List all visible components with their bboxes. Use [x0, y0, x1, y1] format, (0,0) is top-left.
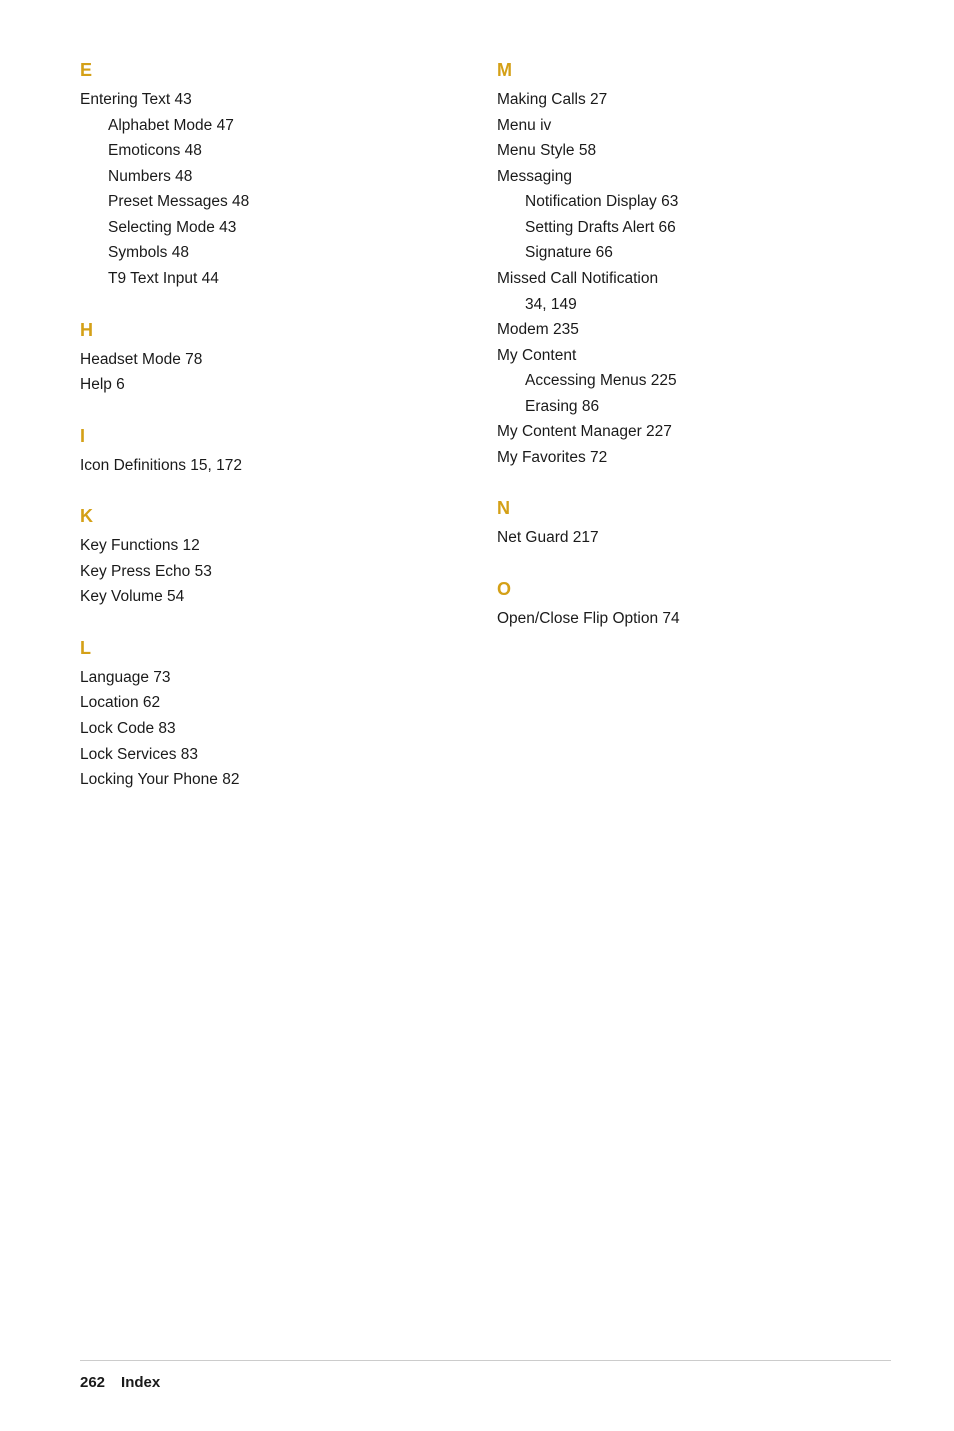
entry-lock-services: Lock Services 83 [80, 742, 457, 768]
section-n: N Net Guard 217 [497, 498, 874, 551]
entry-erasing: Erasing 86 [497, 394, 874, 420]
entry-lock-code: Lock Code 83 [80, 716, 457, 742]
entry-menu: Menu iv [497, 113, 874, 139]
entry-my-content-manager: My Content Manager 227 [497, 419, 874, 445]
entry-language: Language 73 [80, 665, 457, 691]
entry-preset-messages: Preset Messages 48 [80, 189, 457, 215]
entry-missed-call-pages: 34, 149 [497, 292, 874, 318]
entry-menu-style: Menu Style 58 [497, 138, 874, 164]
section-letter-m: M [497, 60, 874, 81]
entry-my-content: My Content [497, 343, 874, 369]
entry-making-calls: Making Calls 27 [497, 87, 874, 113]
entry-accessing-menus: Accessing Menus 225 [497, 368, 874, 394]
right-column: M Making Calls 27 Menu iv Menu Style 58 … [497, 60, 874, 821]
section-i: I Icon Definitions 15, 172 [80, 426, 457, 479]
entry-emoticons: Emoticons 48 [80, 138, 457, 164]
section-letter-e: E [80, 60, 457, 81]
entry-notification-display: Notification Display 63 [497, 189, 874, 215]
section-letter-k: K [80, 506, 457, 527]
entry-setting-drafts-alert: Setting Drafts Alert 66 [497, 215, 874, 241]
section-letter-n: N [497, 498, 874, 519]
entry-symbols: Symbols 48 [80, 240, 457, 266]
entry-messaging: Messaging [497, 164, 874, 190]
entry-open-close-flip: Open/Close Flip Option 74 [497, 606, 874, 632]
footer-label: Index [121, 1374, 160, 1391]
entry-alphabet-mode: Alphabet Mode 47 [80, 113, 457, 139]
entry-modem: Modem 235 [497, 317, 874, 343]
section-e: E Entering Text 43 Alphabet Mode 47 Emot… [80, 60, 457, 292]
entry-help: Help 6 [80, 372, 457, 398]
entry-entering-text: Entering Text 43 [80, 87, 457, 113]
entry-headset-mode: Headset Mode 78 [80, 347, 457, 373]
section-m: M Making Calls 27 Menu iv Menu Style 58 … [497, 60, 874, 470]
section-h: H Headset Mode 78 Help 6 [80, 320, 457, 398]
footer-divider [80, 1360, 891, 1361]
entry-net-guard: Net Guard 217 [497, 525, 874, 551]
entry-signature: Signature 66 [497, 240, 874, 266]
entry-my-favorites: My Favorites 72 [497, 445, 874, 471]
footer-page-number: 262 [80, 1374, 105, 1391]
entry-location: Location 62 [80, 690, 457, 716]
page-container: E Entering Text 43 Alphabet Mode 47 Emot… [0, 0, 954, 1431]
entry-missed-call-notification: Missed Call Notification [497, 266, 874, 292]
section-l: L Language 73 Location 62 Lock Code 83 L… [80, 638, 457, 793]
section-letter-h: H [80, 320, 457, 341]
entry-icon-definitions: Icon Definitions 15, 172 [80, 453, 457, 479]
entry-key-volume: Key Volume 54 [80, 584, 457, 610]
footer: 262 Index [80, 1374, 160, 1391]
entry-locking-your-phone: Locking Your Phone 82 [80, 767, 457, 793]
entry-numbers: Numbers 48 [80, 164, 457, 190]
entry-t9-text: T9 Text Input 44 [80, 266, 457, 292]
section-o: O Open/Close Flip Option 74 [497, 579, 874, 632]
two-column-layout: E Entering Text 43 Alphabet Mode 47 Emot… [80, 60, 874, 821]
section-letter-i: I [80, 426, 457, 447]
entry-key-press-echo: Key Press Echo 53 [80, 559, 457, 585]
left-column: E Entering Text 43 Alphabet Mode 47 Emot… [80, 60, 457, 821]
section-letter-o: O [497, 579, 874, 600]
entry-key-functions: Key Functions 12 [80, 533, 457, 559]
entry-selecting-mode: Selecting Mode 43 [80, 215, 457, 241]
section-letter-l: L [80, 638, 457, 659]
section-k: K Key Functions 12 Key Press Echo 53 Key… [80, 506, 457, 610]
